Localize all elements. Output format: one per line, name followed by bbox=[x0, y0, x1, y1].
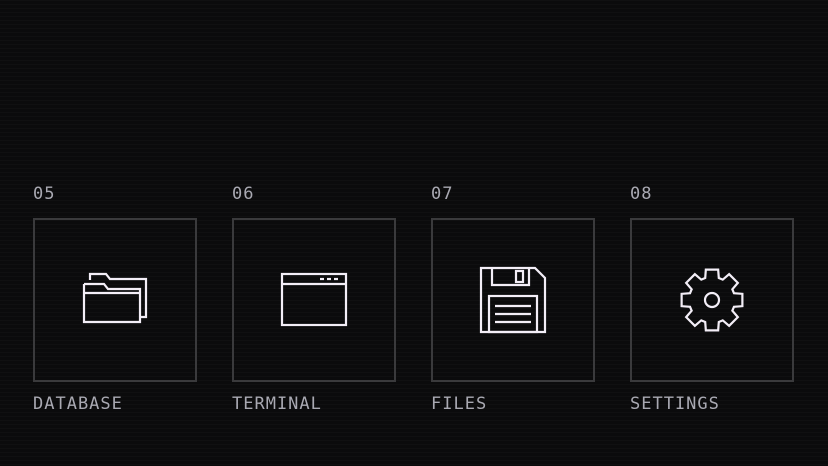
tile-label: SETTINGS bbox=[630, 394, 720, 414]
tile-number: 05 bbox=[33, 184, 56, 204]
terminal-button[interactable] bbox=[232, 218, 396, 382]
folder-icon bbox=[80, 272, 150, 328]
window-icon bbox=[280, 272, 348, 328]
tile-settings[interactable]: 08 SETTINGS bbox=[630, 180, 798, 414]
tile-label: TERMINAL bbox=[232, 394, 322, 414]
tile-database[interactable]: 05 DATABASE bbox=[33, 180, 201, 414]
tile-number: 08 bbox=[630, 184, 653, 204]
files-button[interactable] bbox=[431, 218, 595, 382]
tile-number: 06 bbox=[232, 184, 255, 204]
floppy-disk-icon bbox=[479, 266, 547, 334]
database-button[interactable] bbox=[33, 218, 197, 382]
tile-files[interactable]: 07 FILES bbox=[431, 180, 599, 414]
tile-label: FILES bbox=[431, 394, 488, 414]
settings-button[interactable] bbox=[630, 218, 794, 382]
tile-terminal[interactable]: 06 TERMINAL bbox=[232, 180, 400, 414]
gear-icon bbox=[678, 266, 746, 334]
tile-number: 07 bbox=[431, 184, 454, 204]
tile-label: DATABASE bbox=[33, 394, 123, 414]
